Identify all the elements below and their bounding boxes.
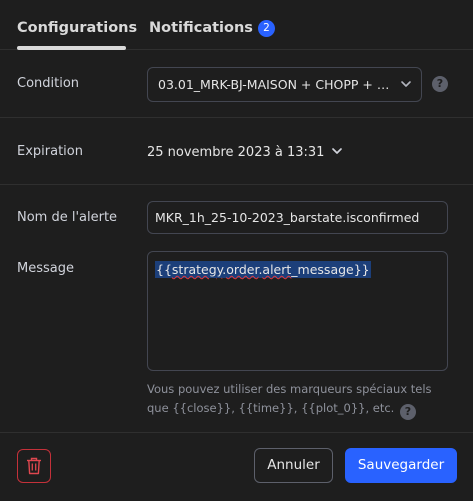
- active-tab-indicator: [17, 46, 126, 50]
- message-text: {{strategy.order.alert_message}}: [155, 261, 371, 278]
- condition-help-icon[interactable]: ?: [432, 76, 448, 92]
- alert-name-label: Nom de l'alerte: [17, 210, 118, 225]
- save-button[interactable]: Sauvegarder: [345, 448, 457, 483]
- divider: [0, 184, 473, 185]
- divider: [0, 117, 473, 118]
- trash-icon: [27, 457, 41, 475]
- message-label: Message: [17, 261, 74, 276]
- notifications-count-badge: 2: [257, 20, 275, 37]
- cancel-button[interactable]: Annuler: [254, 448, 333, 483]
- tab-configurations[interactable]: Configurations: [17, 20, 137, 36]
- expiration-picker[interactable]: 25 novembre 2023 à 13:31: [147, 144, 344, 160]
- tab-notifications-label: Notifications: [149, 20, 253, 36]
- condition-label: Condition: [17, 76, 80, 91]
- expiration-label: Expiration: [17, 144, 83, 159]
- message-help-icon[interactable]: ?: [399, 404, 416, 420]
- message-textarea[interactable]: {{strategy.order.alert_message}}: [147, 251, 448, 371]
- message-hint: Vous pouvez utiliser des marqueurs spéci…: [147, 380, 452, 420]
- message-hint-text: Vous pouvez utiliser des marqueurs spéci…: [147, 382, 432, 415]
- tab-bar: Configurations Notifications 2: [0, 0, 473, 50]
- chevron-down-icon: [332, 148, 343, 154]
- chevron-down-icon: [401, 81, 411, 87]
- condition-value: 03.01_MRK-BJ-MAISON + CHOPP + V...: [158, 77, 393, 92]
- alert-name-input[interactable]: MKR_1h_25-10-2023_barstate.isconfirmed: [147, 201, 448, 234]
- condition-select[interactable]: 03.01_MRK-BJ-MAISON + CHOPP + V...: [147, 67, 422, 102]
- tab-notifications[interactable]: Notifications 2: [149, 20, 275, 37]
- delete-alert-button[interactable]: [17, 449, 51, 483]
- expiration-value: 25 novembre 2023 à 13:31: [147, 145, 325, 160]
- footer-divider: [0, 432, 473, 433]
